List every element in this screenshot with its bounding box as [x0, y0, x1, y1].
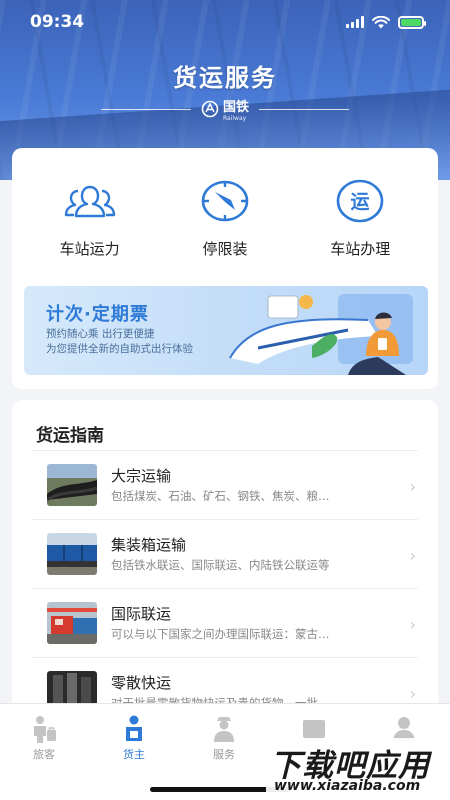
brand-row: 国铁 Railway [0, 96, 450, 122]
chevron-right-icon: › [409, 615, 416, 634]
service-person-icon [214, 717, 234, 742]
service-grid: 车站运力 停限装 运 车站办理 [12, 178, 438, 259]
brand-name: 国铁 [222, 100, 249, 115]
yun-badge-icon: 运 [333, 178, 387, 224]
guide-item-name: 大宗运输 [111, 467, 172, 485]
service-label: 车站办理 [330, 240, 391, 258]
chevron-right-icon: › [409, 477, 416, 496]
banner-train-illustration [229, 294, 413, 375]
guide-item-international[interactable]: 国际联运 可以与以下国家之间办理国际联运：蒙古… › [32, 589, 418, 658]
service-label: 车站运力 [59, 240, 120, 258]
guide-item-bulk[interactable]: 大宗运输 包括煤炭、石油、矿石、钢铁、焦炭、粮… › [32, 451, 418, 520]
service-card: 车站运力 停限装 运 车站办理 计次·定期票 预约随心乘 出行更便捷 为您提供全… [12, 148, 438, 389]
cargo-owner-icon [126, 715, 142, 741]
container-thumbnail [47, 533, 97, 575]
status-bar: 09:34 [0, 0, 450, 44]
wifi-icon [372, 15, 390, 28]
guide-title: 货运指南 [36, 426, 104, 446]
guide-item-desc: 包括铁水联运、国际联运、内陆铁公联运等 [111, 558, 330, 572]
guide-item-name: 零散快运 [111, 674, 172, 692]
freight-guide-card: 货运指南 大宗运输 包括煤炭、石油、矿石、钢铁、焦炭、粮… › 集装箱运输 包括… [12, 400, 438, 720]
status-icons [346, 15, 426, 29]
chevron-right-icon: › [409, 546, 416, 565]
guide-item-name: 集装箱运输 [111, 536, 187, 554]
tab-label: 货主 [123, 748, 145, 761]
tab-cargo-owner[interactable]: 货主 [99, 714, 169, 762]
service-label: 停限装 [202, 240, 248, 258]
banner-subtitle-2: 为您提供全新的自助式出行体验 [46, 343, 193, 355]
bulk-cargo-thumbnail [47, 464, 97, 506]
banner-subtitle-1: 预约随心乘 出行更便捷 [46, 328, 155, 340]
signal-icon [346, 16, 364, 28]
service-station-handling[interactable]: 运 车站办理 [300, 178, 420, 259]
compass-icon [198, 178, 252, 224]
watermark-sub: www.xiazaiba.com [274, 778, 421, 794]
guide-item-desc: 包括煤炭、石油、矿石、钢铁、焦炭、粮… [111, 489, 330, 503]
watermark: 下载吧应用 www.xiazaiba.com [266, 738, 450, 800]
page-title: 货运服务 [173, 64, 277, 92]
tab-traveler[interactable]: 旅客 [9, 714, 79, 762]
traveler-icon [34, 716, 56, 743]
service-stop-limit[interactable]: 停限装 [165, 178, 285, 259]
people-icon [63, 178, 117, 224]
brand-divider-right [259, 108, 349, 110]
railway-emblem-icon [201, 100, 219, 118]
chevron-right-icon: › [409, 684, 416, 703]
tab-label: 旅客 [33, 748, 55, 761]
status-time: 09:34 [30, 12, 85, 32]
international-thumbnail [47, 602, 97, 644]
guide-list: 大宗运输 包括煤炭、石油、矿石、钢铁、焦炭、粮… › 集装箱运输 包括铁水联运、… [12, 451, 438, 720]
tab-service[interactable]: 服务 [189, 714, 259, 762]
guide-item-container[interactable]: 集装箱运输 包括铁水联运、国际联运、内陆铁公联运等 › [32, 520, 418, 589]
brand-sub: Railway [222, 115, 247, 122]
railway-logo: 国铁 Railway [201, 96, 249, 122]
guide-item-name: 国际联运 [111, 605, 172, 623]
tab-label: 服务 [213, 748, 235, 761]
promo-banner[interactable]: 计次·定期票 预约随心乘 出行更便捷 为您提供全新的自助式出行体验 [24, 286, 428, 375]
yun-glyph: 运 [351, 191, 370, 213]
guide-item-desc: 可以与以下国家之间办理国际联运：蒙古… [111, 627, 330, 641]
brand-divider-left [100, 108, 191, 110]
battery-icon [398, 15, 426, 29]
service-station-capacity[interactable]: 车站运力 [30, 178, 150, 259]
banner-title: 计次·定期票 [46, 304, 149, 325]
